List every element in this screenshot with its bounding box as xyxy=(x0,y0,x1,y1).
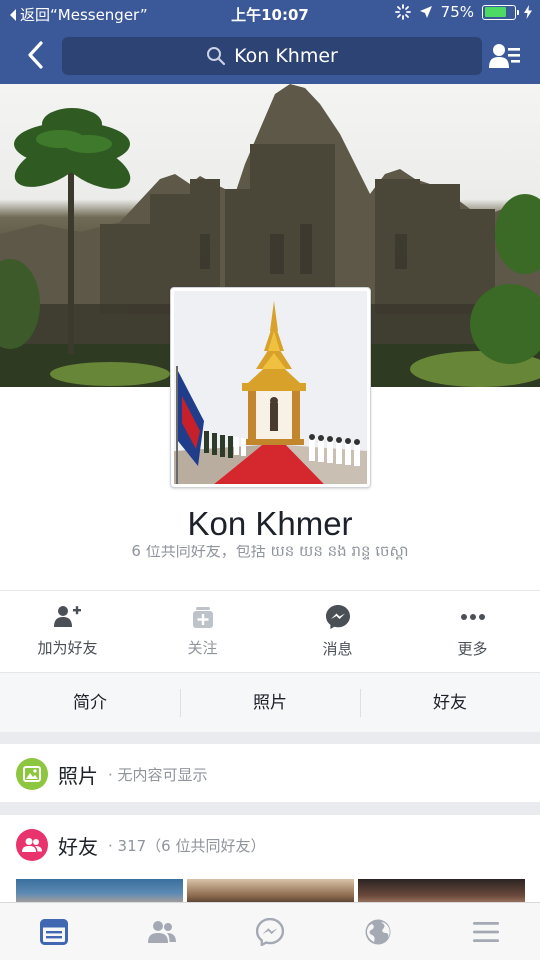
photos-section-subtitle: · 无内容可显示 xyxy=(108,765,208,784)
friends-section-badge xyxy=(16,829,48,861)
mutual-friends-summary[interactable]: 6 位共同好友，包括 យន់ យន់ និង រ៉ាន្ទី ចេស្តា xyxy=(0,545,540,567)
activity-spinner-icon xyxy=(394,4,411,20)
tab-news-feed[interactable] xyxy=(0,903,108,960)
back-button[interactable] xyxy=(18,38,52,72)
follow-label: 关注 xyxy=(187,639,218,657)
status-bar: 返回“Messenger” 上午10:07 75% xyxy=(0,0,540,28)
navigation-bar: Kon Khmer xyxy=(0,28,540,84)
search-icon xyxy=(207,47,226,66)
more-label: 更多 xyxy=(457,640,488,658)
messenger-icon xyxy=(256,917,284,946)
bottom-tab-bar xyxy=(0,902,540,960)
battery-level xyxy=(484,7,507,17)
photo-icon xyxy=(23,766,41,782)
search-field[interactable]: Kon Khmer xyxy=(62,37,482,75)
add-friend-button[interactable]: 加为好友 xyxy=(0,591,135,672)
notifications-globe-icon xyxy=(365,919,391,944)
tab-photos[interactable]: 照片 xyxy=(180,673,360,733)
friends-icon xyxy=(148,920,176,943)
monument-illustration xyxy=(174,291,367,484)
chevron-left-icon xyxy=(28,41,43,69)
photos-section-title: 照片 xyxy=(58,763,98,788)
more-icon xyxy=(460,614,485,620)
tab-messenger[interactable] xyxy=(216,903,324,960)
profile-picture[interactable] xyxy=(170,287,371,488)
photos-section-badge xyxy=(16,758,48,790)
friends-section-subtitle: · 317（6 位共同好友） xyxy=(108,836,266,855)
messenger-icon xyxy=(325,605,350,629)
follow-button[interactable]: 关注 xyxy=(135,591,270,672)
add-friend-icon xyxy=(53,606,81,627)
add-friend-label: 加为好友 xyxy=(37,639,98,657)
message-label: 消息 xyxy=(322,640,353,658)
tab-notifications[interactable] xyxy=(324,903,432,960)
mutual-friends-text: 6 位共同好友，包括 យន់ យន់ និង រ៉ាន្ទី ចេស្តា xyxy=(131,545,409,560)
battery-percent: 75% xyxy=(440,3,474,21)
tab-about[interactable]: 简介 xyxy=(0,673,180,733)
friends-section-title: 好友 xyxy=(58,834,98,859)
follow-icon xyxy=(192,607,213,628)
profile-tabs: 简介 照片 好友 xyxy=(0,672,540,732)
friends-section[interactable]: 好友 · 317（6 位共同好友） xyxy=(0,815,540,907)
menu-icon xyxy=(473,921,499,942)
friend-list-icon xyxy=(489,44,520,68)
location-arrow-icon xyxy=(419,6,432,18)
profile-actions: 加为好友 关注 消息 更多 xyxy=(0,590,540,672)
charging-bolt-icon xyxy=(524,5,532,19)
friends-icon xyxy=(22,838,42,852)
more-button[interactable]: 更多 xyxy=(405,591,540,672)
search-query-text: Kon Khmer xyxy=(234,45,338,67)
photos-section[interactable]: 照片 · 无内容可显示 xyxy=(0,744,540,802)
message-button[interactable]: 消息 xyxy=(270,591,405,672)
tab-friends[interactable]: 好友 xyxy=(360,673,540,733)
tab-menu[interactable] xyxy=(432,903,540,960)
profile-name: Kon Khmer xyxy=(187,505,353,542)
tab-friend-requests[interactable] xyxy=(108,903,216,960)
friend-requests-button[interactable] xyxy=(488,39,522,73)
news-feed-icon xyxy=(40,918,68,945)
battery-icon xyxy=(482,4,519,20)
